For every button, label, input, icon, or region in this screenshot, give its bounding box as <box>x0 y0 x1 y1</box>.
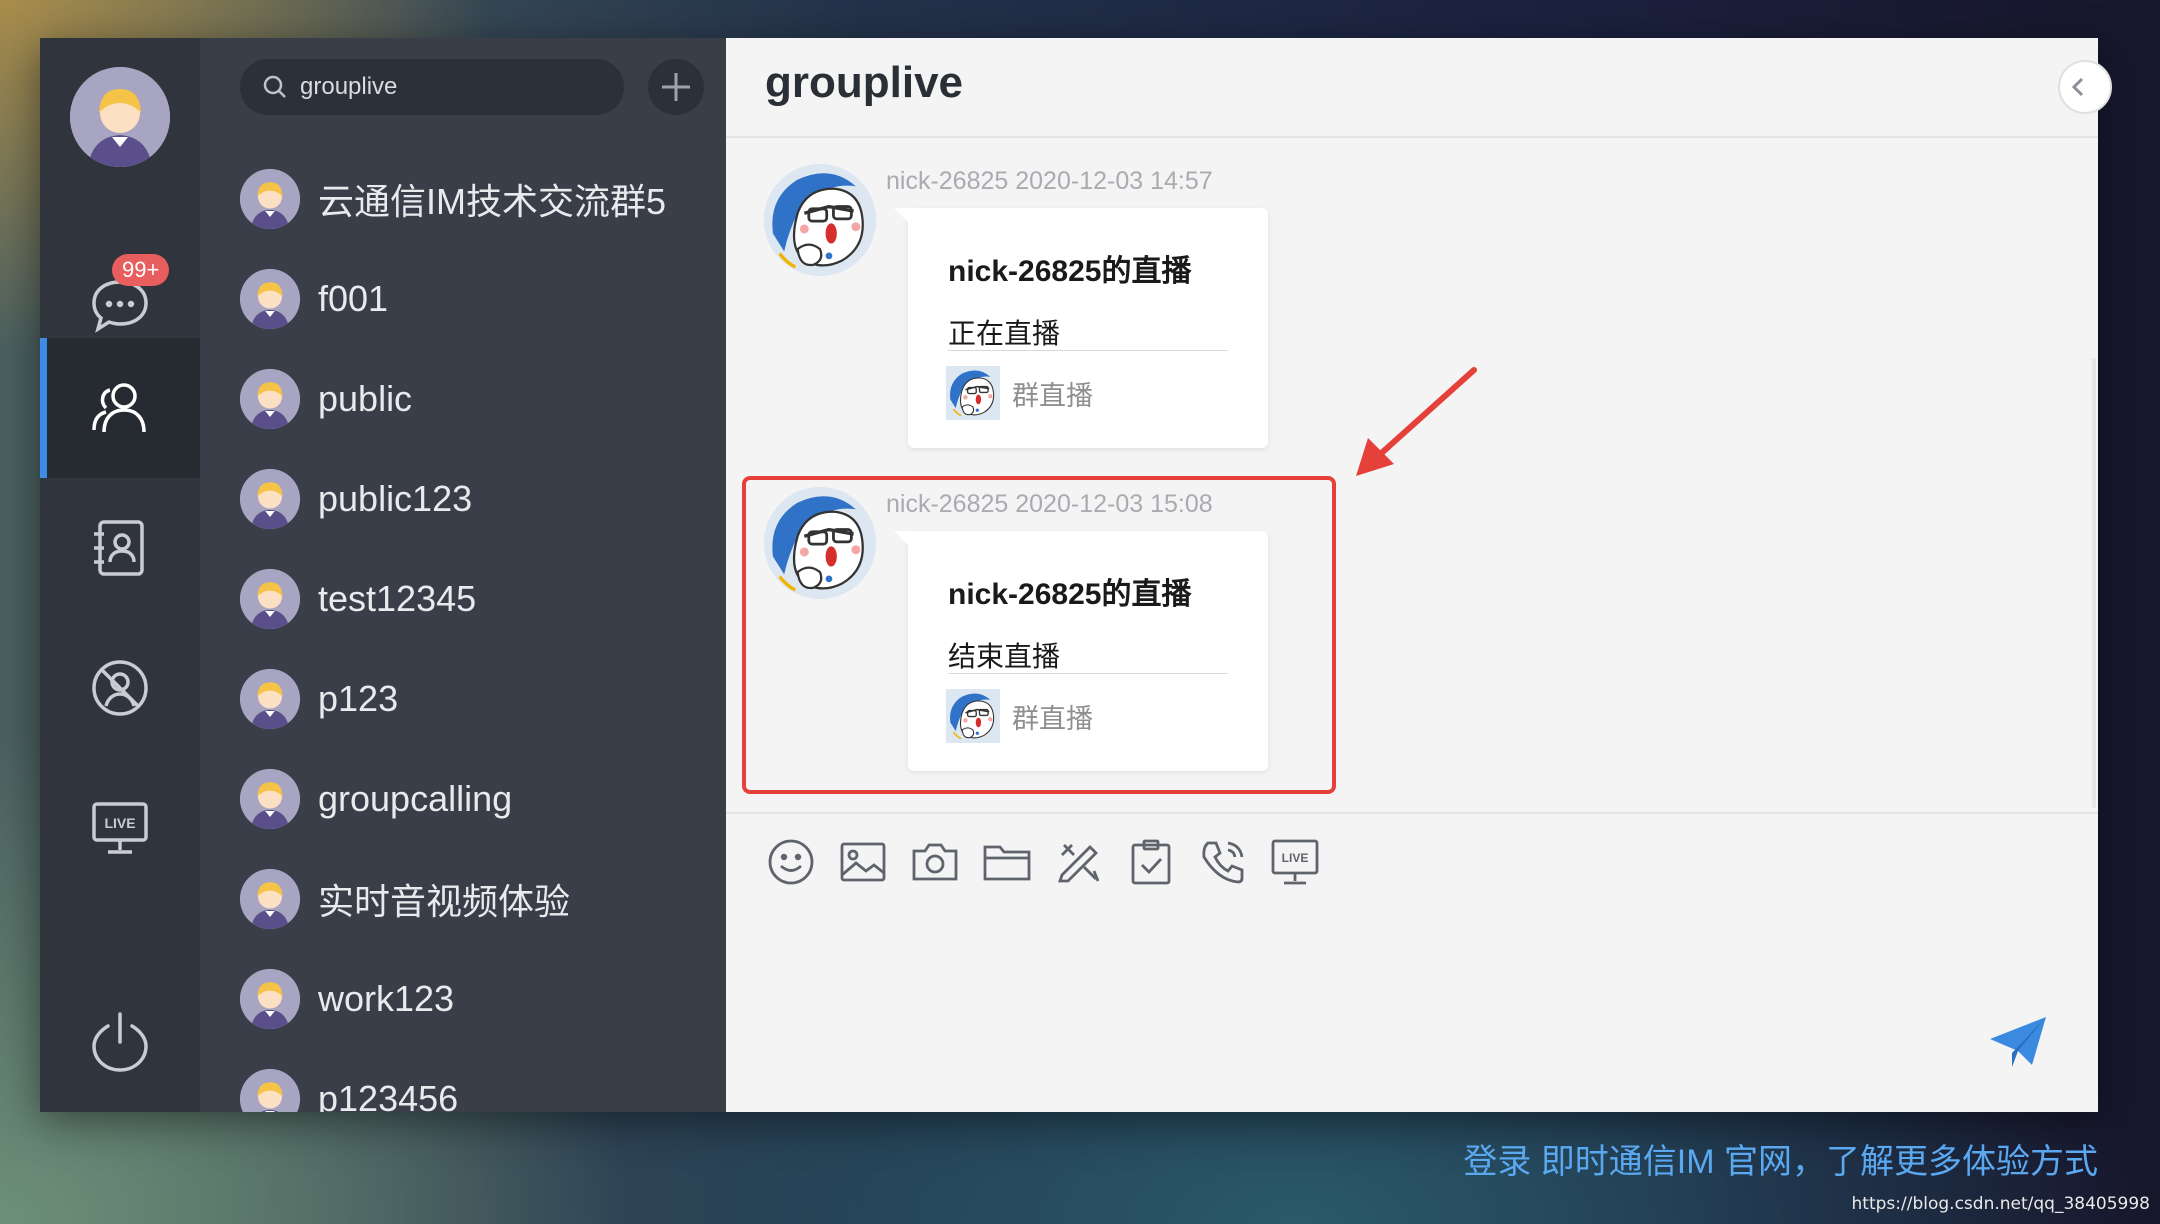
list-item-name: 实时音视频体验 <box>318 881 571 922</box>
list-item[interactable]: p123 <box>240 649 398 749</box>
avatar <box>240 1069 300 1112</box>
live-button[interactable]: LIVE <box>1267 834 1323 890</box>
search-icon <box>263 75 286 98</box>
list-item-name: f001 <box>318 278 389 319</box>
avatar <box>240 669 300 729</box>
promo-text[interactable]: 登录 即时通信IM 官网，了解更多体验方式 <box>1463 1134 2098 1183</box>
scrollbar[interactable] <box>2092 358 2096 808</box>
group-icon <box>92 383 146 433</box>
collapse-button[interactable] <box>2058 60 2112 114</box>
app-window: 99+ LIVE grouplive 云通信IM技术交流群5 f001 publ… <box>40 38 2112 1114</box>
file-button[interactable] <box>979 834 1035 890</box>
live-screen-icon: LIVE <box>92 802 148 854</box>
nav-item-live[interactable]: LIVE <box>40 758 200 898</box>
avatar <box>240 869 300 929</box>
phone-icon <box>1202 841 1244 884</box>
chat-header: grouplive <box>726 38 2112 138</box>
conversation-list: grouplive 云通信IM技术交流群5 f001 public public… <box>200 38 726 1112</box>
tools-button[interactable] <box>1051 834 1107 890</box>
folder-icon <box>983 845 1031 881</box>
list-item-name: p123 <box>318 678 399 719</box>
logout-button[interactable] <box>40 972 200 1112</box>
watermark-text: https://blog.csdn.net/qq_38405998 <box>1851 1194 2150 1214</box>
power-icon <box>92 1012 148 1072</box>
list-item[interactable]: test12345 <box>240 549 476 649</box>
list-item-name: public123 <box>318 478 473 519</box>
my-avatar[interactable] <box>70 67 170 167</box>
live-icon: LIVE <box>1271 839 1319 885</box>
list-item[interactable]: public123 <box>240 449 472 549</box>
list-item[interactable]: groupcalling <box>240 749 512 849</box>
add-button[interactable] <box>648 59 704 115</box>
send-icon <box>1990 1017 2046 1067</box>
avatar <box>240 969 300 1029</box>
unread-badge: 99+ <box>112 254 170 286</box>
list-item-name: groupcalling <box>318 778 513 819</box>
image-button[interactable] <box>835 834 891 890</box>
search-input[interactable]: grouplive <box>240 59 624 115</box>
list-item[interactable]: work123 <box>240 949 454 1049</box>
camera-icon <box>912 843 958 881</box>
image-icon <box>840 842 886 882</box>
sender-avatar[interactable] <box>764 164 876 276</box>
live-card-footer: 群直播 <box>1012 381 1093 411</box>
list-item-name: 云通信IM技术交流群5 <box>318 181 667 222</box>
list-item-name: work123 <box>318 978 455 1019</box>
list-item-name: public <box>318 378 413 419</box>
tools-icon <box>1058 844 1100 883</box>
plus-icon <box>662 73 690 101</box>
clipboard-check-icon <box>1131 839 1171 885</box>
clipboard-button[interactable] <box>1123 834 1179 890</box>
chevron-left-icon <box>2071 77 2084 97</box>
chat-title: grouplive <box>765 58 964 107</box>
emoji-icon <box>768 839 814 885</box>
live-card-status: 正在直播 <box>948 318 1061 349</box>
live-card[interactable]: nick-26825的直播 正在直播 群直播 <box>894 208 1268 448</box>
svg-text:LIVE: LIVE <box>104 815 135 831</box>
nav-rail: 99+ LIVE <box>40 38 200 1112</box>
list-item[interactable]: public <box>240 349 412 449</box>
divider <box>948 350 1228 351</box>
blocked-user-icon <box>92 660 148 716</box>
svg-text:LIVE: LIVE <box>1282 851 1309 865</box>
list-item[interactable]: 实时音视频体验 <box>240 849 570 949</box>
live-card-title: nick-26825的直播 <box>948 255 1192 288</box>
input-toolbar: LIVE <box>726 812 2098 1114</box>
list-item[interactable]: p123456 <box>240 1049 458 1112</box>
call-button[interactable] <box>1195 834 1251 890</box>
nav-item-blacklist[interactable] <box>40 618 200 758</box>
annotation-arrow-icon <box>1356 367 1477 476</box>
emoji-button[interactable] <box>763 834 819 890</box>
list-item[interactable]: f001 <box>240 249 388 349</box>
camera-button[interactable] <box>907 834 963 890</box>
list-item-name: p123456 <box>318 1078 459 1112</box>
message-meta: nick-26825 2020-12-03 14:57 <box>886 167 1213 195</box>
send-button[interactable] <box>1988 1015 2048 1074</box>
list-item[interactable]: 云通信IM技术交流群5 <box>240 149 666 249</box>
search-value: grouplive <box>300 73 398 100</box>
list-item-name: test12345 <box>318 578 477 619</box>
nav-item-groups[interactable] <box>40 338 200 478</box>
nav-item-contacts[interactable] <box>40 478 200 618</box>
avatar <box>240 269 300 329</box>
avatar <box>240 369 300 429</box>
avatar <box>240 569 300 629</box>
avatar <box>240 169 300 229</box>
avatar <box>240 469 300 529</box>
contacts-book-icon <box>94 520 144 576</box>
highlight-box <box>742 476 1336 794</box>
avatar <box>240 769 300 829</box>
group-live-avatar-icon <box>946 366 1000 420</box>
chat-panel: grouplive nick-26825 2020-12-03 14:57 ni… <box>726 38 2112 1114</box>
